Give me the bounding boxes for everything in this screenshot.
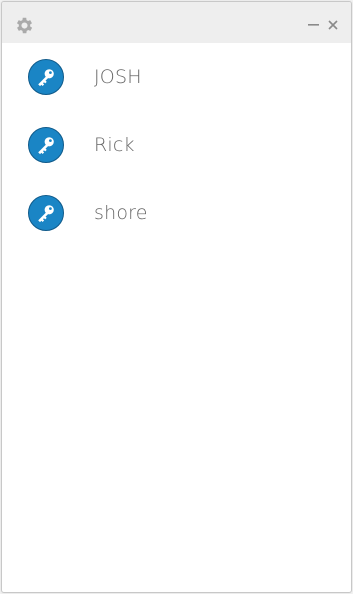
key-icon bbox=[28, 127, 64, 163]
close-icon[interactable] bbox=[327, 16, 339, 30]
key-icon bbox=[28, 59, 64, 95]
list-item[interactable]: JOSH bbox=[2, 43, 351, 111]
list-item-label: shore bbox=[94, 202, 148, 224]
list-item[interactable]: Rick bbox=[2, 111, 351, 179]
list-item[interactable]: shore bbox=[2, 179, 351, 247]
title-bar bbox=[2, 2, 351, 43]
app-window: JOSH Rick shore bbox=[1, 1, 352, 593]
key-icon bbox=[28, 195, 64, 231]
gear-icon[interactable] bbox=[14, 15, 35, 36]
list-item-label: JOSH bbox=[94, 66, 142, 88]
list-item-label: Rick bbox=[94, 134, 135, 156]
entry-list: JOSH Rick shore bbox=[2, 43, 351, 247]
minimize-icon[interactable] bbox=[307, 15, 321, 29]
